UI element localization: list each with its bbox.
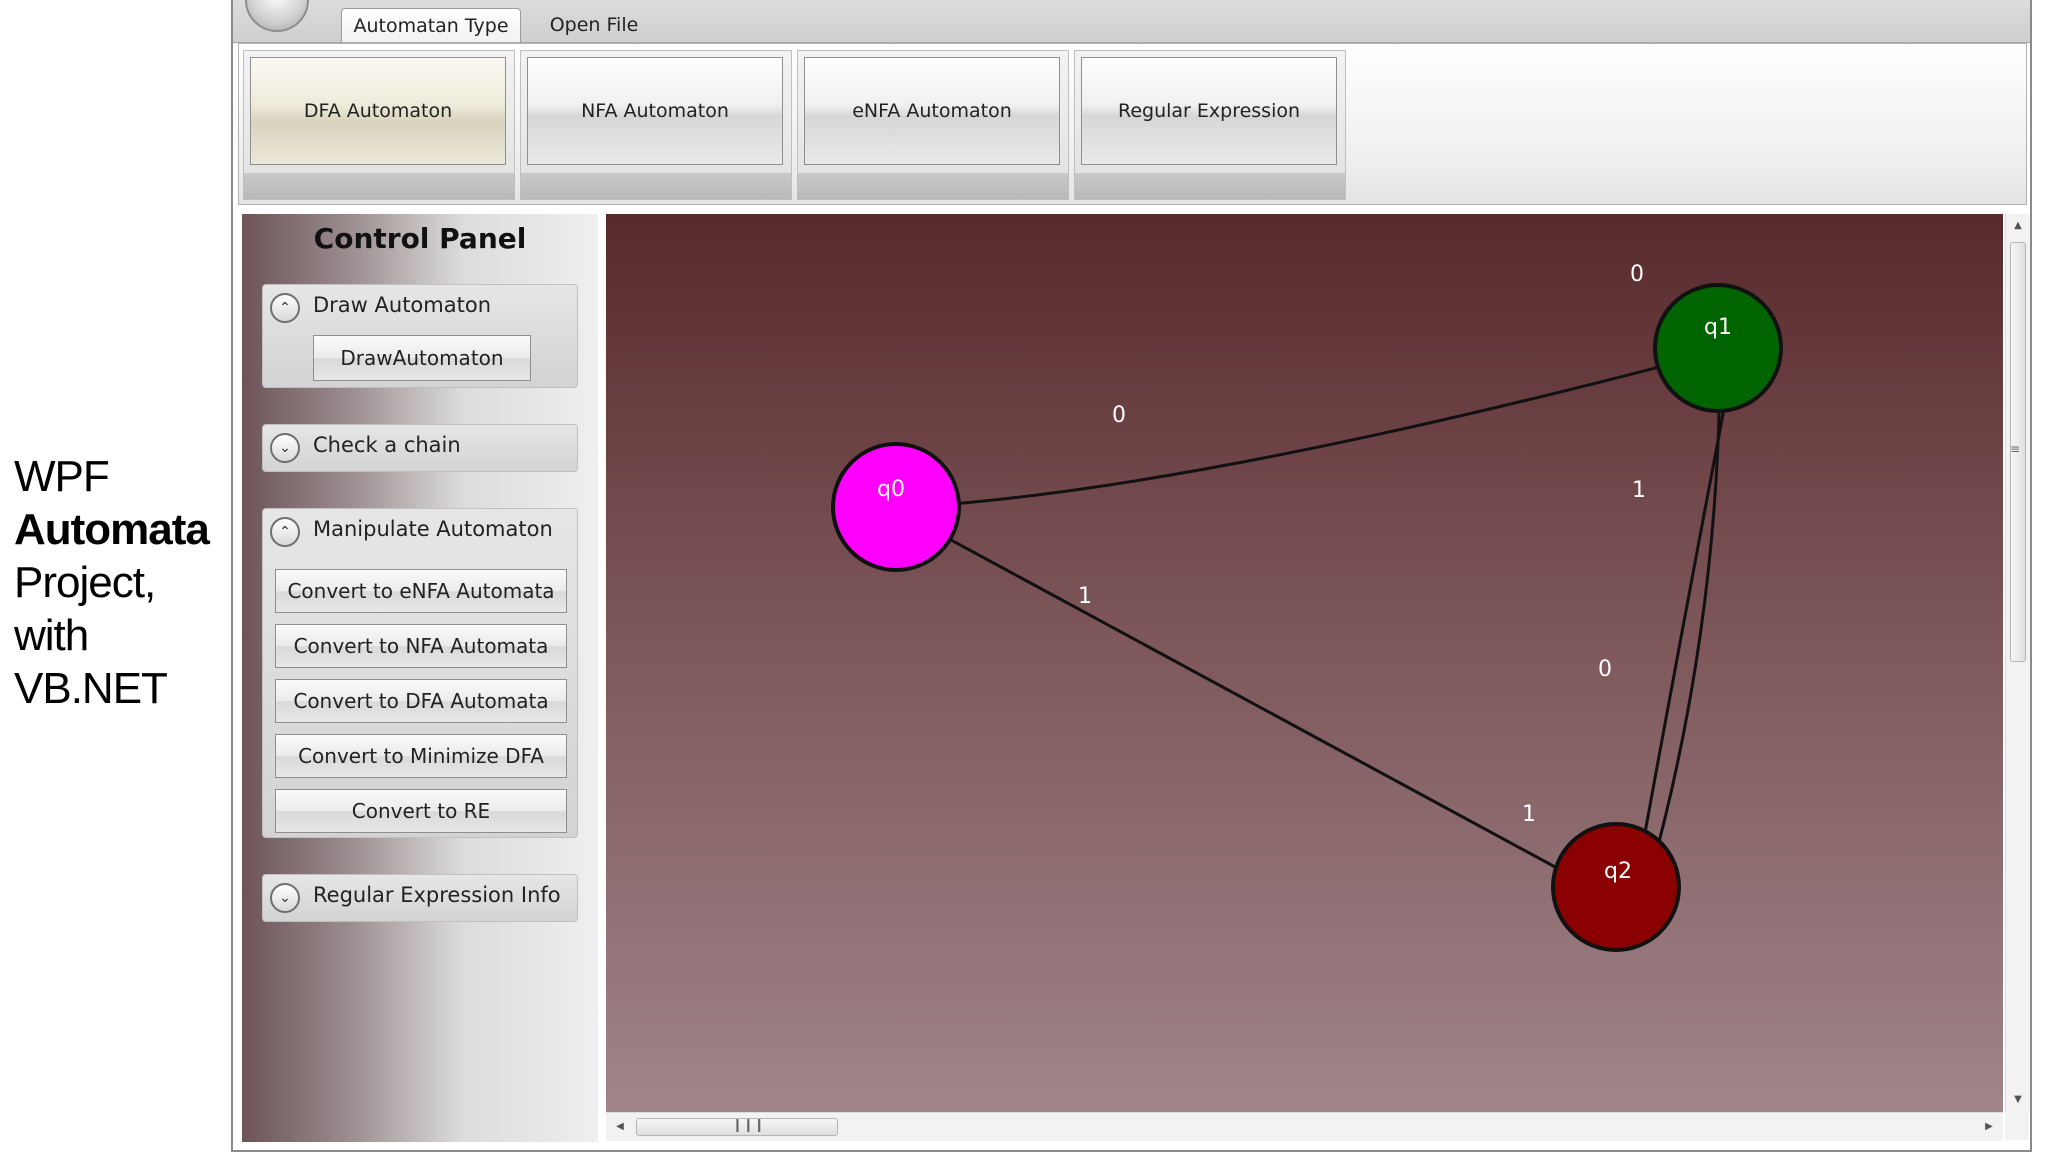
ribbon-group-footer: [244, 173, 514, 199]
scrollbar-corner: [2005, 1112, 2029, 1140]
chevron-up-icon[interactable]: ⌃: [270, 517, 300, 547]
vertical-scrollbar[interactable]: ▲ ≡ ▼: [2005, 214, 2030, 1112]
expander-header-check[interactable]: ⌄ Check a chain: [263, 425, 577, 469]
tab-automatan-type[interactable]: Automatan Type: [341, 8, 521, 42]
expander-manipulate-automaton: ⌃ Manipulate Automaton Convert to eNFA A…: [262, 508, 578, 838]
side-caption: WPF Automata Project, with VB.NET: [14, 450, 229, 715]
scroll-down-arrow-icon[interactable]: ▼: [2006, 1090, 2030, 1110]
transition-q0-q1: [891, 344, 1740, 510]
transition-label-q2-q1: 0: [1598, 657, 1612, 682]
scroll-grip-icon: ≡: [2010, 442, 2021, 456]
convert-to-minimize-dfa-button[interactable]: Convert to Minimize DFA: [275, 734, 567, 778]
tab-open-file[interactable]: Open File: [529, 8, 659, 42]
convert-to-dfa-button[interactable]: Convert to DFA Automata: [275, 679, 567, 723]
transition-label-q0-q1: 0: [1112, 403, 1126, 428]
ribbon-group-footer: [1075, 173, 1345, 199]
expander-label-check: Check a chain: [313, 433, 461, 457]
ribbon-group-dfa: DFA Automaton: [243, 50, 515, 200]
transition-label-q1-self: 0: [1630, 262, 1644, 287]
control-panel-title: Control Panel: [313, 222, 527, 255]
enfa-automaton-button[interactable]: eNFA Automaton: [804, 57, 1060, 165]
transition-label-q0-q2: 1: [1078, 584, 1092, 609]
state-label-q0: q0: [877, 477, 905, 502]
ribbon-group-footer: [521, 173, 791, 199]
convert-to-nfa-button[interactable]: Convert to NFA Automata: [275, 624, 567, 668]
ribbon-group-footer: [798, 173, 1068, 199]
transition-label-q1-q2: 1: [1632, 478, 1646, 503]
draw-automaton-button[interactable]: DrawAutomaton: [313, 335, 531, 381]
nfa-automaton-button[interactable]: NFA Automaton: [527, 57, 783, 165]
transition-q1-q2: [1630, 345, 1738, 905]
chevron-down-icon[interactable]: ⌄: [270, 883, 300, 913]
horizontal-scroll-thumb[interactable]: ❙❙❙: [636, 1118, 838, 1136]
expander-header-manipulate[interactable]: ⌃ Manipulate Automaton: [263, 509, 577, 553]
expander-label-manipulate: Manipulate Automaton: [313, 517, 553, 541]
scroll-up-arrow-icon[interactable]: ▲: [2006, 216, 2030, 236]
scroll-grip-icon: ❙❙❙: [732, 1118, 765, 1133]
state-q1[interactable]: [1653, 283, 1783, 413]
expander-check-chain: ⌄ Check a chain: [262, 424, 578, 472]
transition-label-q2-self: 1: [1522, 802, 1536, 827]
state-q0[interactable]: [831, 442, 961, 572]
expander-label-draw: Draw Automaton: [313, 293, 491, 317]
dfa-automaton-button[interactable]: DFA Automaton: [250, 57, 506, 165]
ribbon-tab-strip: Automatan Type Open File: [233, 0, 2030, 43]
transition-q0-q2: [891, 506, 1643, 916]
horizontal-scrollbar[interactable]: ◀ ❙❙❙ ▶: [606, 1112, 2003, 1141]
expander-header-regex-info[interactable]: ⌄ Regular Expression Info: [263, 875, 577, 919]
ribbon-group-regex: Regular Expression: [1074, 50, 1346, 200]
application-orb-icon[interactable]: [245, 0, 309, 32]
caption-line-automata: Automata: [14, 505, 210, 554]
ribbon-group-enfa: eNFA Automaton: [797, 50, 1069, 200]
expander-regular-expression-info: ⌄ Regular Expression Info: [262, 874, 578, 922]
ribbon-panel: DFA Automaton NFA Automaton eNFA Automat…: [238, 43, 2027, 205]
app-window: Automatan Type Open File DFA Automaton N…: [231, 0, 2032, 1152]
state-label-q1: q1: [1704, 315, 1732, 340]
expander-label-regex-info: Regular Expression Info: [313, 883, 561, 907]
scroll-left-arrow-icon[interactable]: ◀: [610, 1117, 630, 1137]
caption-line-wpf: WPF: [14, 452, 110, 501]
caption-line-vbnet: with VB.NET: [14, 611, 168, 713]
caption-line-project: Project,: [14, 558, 156, 607]
control-panel: Control Panel ⌃ Draw Automaton DrawAutom…: [242, 214, 598, 1142]
automaton-diagram: q1 q0 q2 0 1 0 1 0 1: [831, 262, 1783, 952]
scroll-right-arrow-icon[interactable]: ▶: [1979, 1117, 1999, 1137]
state-q2[interactable]: [1551, 822, 1681, 952]
ribbon-group-nfa: NFA Automaton: [520, 50, 792, 200]
state-label-q2: q2: [1604, 859, 1632, 884]
expander-draw-automaton: ⌃ Draw Automaton DrawAutomaton: [262, 284, 578, 388]
transition-q2-q1: [1640, 345, 1722, 905]
convert-to-re-button[interactable]: Convert to RE: [275, 789, 567, 833]
chevron-down-icon[interactable]: ⌄: [270, 433, 300, 463]
chevron-up-icon[interactable]: ⌃: [270, 293, 300, 323]
regular-expression-button[interactable]: Regular Expression: [1081, 57, 1337, 165]
expander-header-draw[interactable]: ⌃ Draw Automaton: [263, 285, 577, 329]
convert-to-enfa-button[interactable]: Convert to eNFA Automata: [275, 569, 567, 613]
automaton-canvas[interactable]: q1 q0 q2 0 1 0 1 0 1: [606, 214, 2003, 1112]
